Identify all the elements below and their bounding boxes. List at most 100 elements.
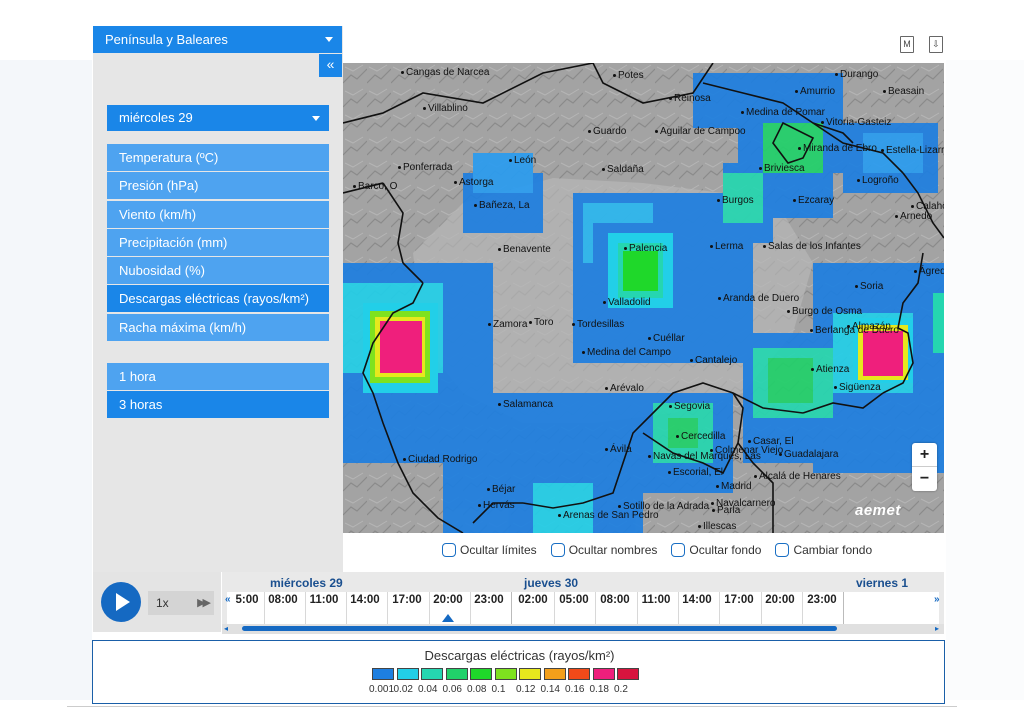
timeline-hour[interactable]: 20:00 [760,594,800,606]
map-icon[interactable]: M [900,36,914,53]
variable-item-temperature[interactable]: Temperatura (ºC) [107,144,329,171]
legend-tick: 0.06 [442,684,462,695]
timeline-hour-selected[interactable]: 20:00 [428,594,468,606]
scrollbar-thumb[interactable] [242,626,837,631]
timeline-hour[interactable]: 08:00 [595,594,635,606]
map-view[interactable]: Cangas de Narcea Villablino Potes Reinos… [343,63,944,533]
scroll-right-icon[interactable]: ▸ [935,624,939,634]
variable-item-pressure[interactable]: Presión (hPa) [107,172,329,200]
place-label: Cuéllar [648,333,685,345]
legend-tick: 0.04 [418,684,438,695]
place-label: Soria [855,281,883,293]
timeline-day: viernes 1 [856,576,909,590]
download-icon[interactable]: ⇩ [929,36,943,53]
option-label: Cambiar fondo [793,543,873,557]
timeline-scrollbar[interactable]: ◂ ▸ [222,624,944,634]
legend-swatch [445,668,468,680]
play-button[interactable] [101,582,141,622]
place-label: Bañeza, La [474,200,530,212]
place-label: Beasain [883,86,924,98]
legend-swatch [396,668,419,680]
region-select-label: Península y Baleares [105,32,228,47]
legend-swatch [568,668,590,680]
zoom-out-button[interactable]: − [912,467,937,491]
place-label: Burgo de Osma [787,306,862,318]
option-change-background[interactable]: Cambiar fondo [775,541,872,559]
legend-swatch [494,668,517,680]
option-label: Ocultar fondo [689,543,762,557]
timeline-days: miércoles 29 jueves 30 viernes 1 [222,572,944,592]
timeline-hour[interactable]: 11:00 [636,594,676,606]
timeline-day: miércoles 29 [270,576,343,590]
timeline-hour[interactable]: 14:00 [677,594,717,606]
timeline-hour[interactable]: 05:00 [554,594,594,606]
timeline: miércoles 29 jueves 30 viernes 1 5:00 08… [222,572,944,634]
place-label: Ponferrada [398,162,452,174]
timeline-hour[interactable]: 17:00 [387,594,427,606]
place-label: Escorial, El [668,467,723,479]
option-hide-borders[interactable]: Ocultar límites [442,541,537,559]
speed-control[interactable]: 1x ▶▶ [148,591,214,615]
legend-swatch [543,668,566,680]
place-label: Alcalá de Henares [754,471,841,483]
place-label: Astorga [454,177,493,189]
variable-list: Temperatura (ºC) Presión (hPa) Viento (k… [107,144,329,342]
background-decoration-right [946,60,1024,700]
map-options: Ocultar límites Ocultar nombres Ocultar … [442,541,872,559]
place-label: Salamanca [498,399,553,411]
collapse-sidebar-button[interactable]: « [319,54,342,77]
place-label: Cangas de Narcea [401,67,489,79]
timeline-hour[interactable]: 17:00 [719,594,759,606]
time-step-3h[interactable]: 3 horas [107,391,329,418]
app-root: Península y Baleares « miércoles 29 Temp… [0,0,1024,720]
variable-item-lightning[interactable]: Descargas eléctricas (rayos/km²) [107,285,329,313]
place-label: Parla [712,505,740,517]
variable-item-cloudiness[interactable]: Nubosidad (%) [107,257,329,285]
checkbox-icon[interactable] [550,543,565,557]
place-label: Madrid [716,481,752,493]
variable-item-gust[interactable]: Racha máxima (km/h) [107,313,329,341]
place-label: Guardo [588,126,626,138]
zoom-in-button[interactable]: + [912,443,937,467]
checkbox-icon[interactable] [671,543,686,557]
place-label: Hervás [478,500,515,512]
day-select[interactable]: miércoles 29 [107,105,329,131]
checkbox-icon[interactable] [442,543,456,557]
place-label: Miranda de Ebro [798,143,877,155]
place-label: Béjar [487,484,515,496]
chevron-down-icon [312,116,320,121]
place-label: Cercedilla [676,431,725,443]
checkbox-icon[interactable] [775,543,790,557]
legend-swatch [470,668,492,680]
timeline-hour[interactable]: 11:00 [304,594,344,606]
timeline-current-marker[interactable] [442,614,454,622]
scroll-left-icon[interactable]: ◂ [224,624,228,634]
place-label: Atienza [811,364,849,376]
option-hide-names[interactable]: Ocultar nombres [550,541,657,559]
timeline-hour[interactable]: 5:00 [227,594,267,606]
sidebar: Península y Baleares « miércoles 29 Temp… [93,26,343,572]
variable-item-wind[interactable]: Viento (km/h) [107,200,329,228]
timeline-hour[interactable]: 23:00 [802,594,842,606]
timeline-hour[interactable]: 08:00 [263,594,303,606]
legend-swatches [372,668,642,680]
timeline-prev-icon[interactable]: « [225,594,231,605]
variable-item-precipitation[interactable]: Precipitación (mm) [107,228,329,256]
fast-forward-icon[interactable]: ▶▶ [197,591,211,615]
place-label: Villablino [423,103,468,115]
time-step-1h[interactable]: 1 hora [107,363,329,390]
timeline-hour[interactable]: 23:00 [469,594,509,606]
place-label: Colmenar Viejo [710,445,783,457]
legend-tick: 0.08 [467,684,487,695]
timeline-hour[interactable]: 14:00 [345,594,385,606]
zoom-control: + − [912,443,937,491]
place-label: Ezcaray [793,195,834,207]
region-select[interactable]: Península y Baleares [93,26,342,53]
place-label: Ágreda [914,266,944,278]
place-label: Arévalo [605,383,644,395]
timeline-next-icon[interactable]: » [934,594,940,605]
place-label: Lerma [710,241,743,253]
option-hide-background[interactable]: Ocultar fondo [671,541,761,559]
place-label: Logroño [857,175,899,187]
timeline-hour[interactable]: 02:00 [513,594,553,606]
